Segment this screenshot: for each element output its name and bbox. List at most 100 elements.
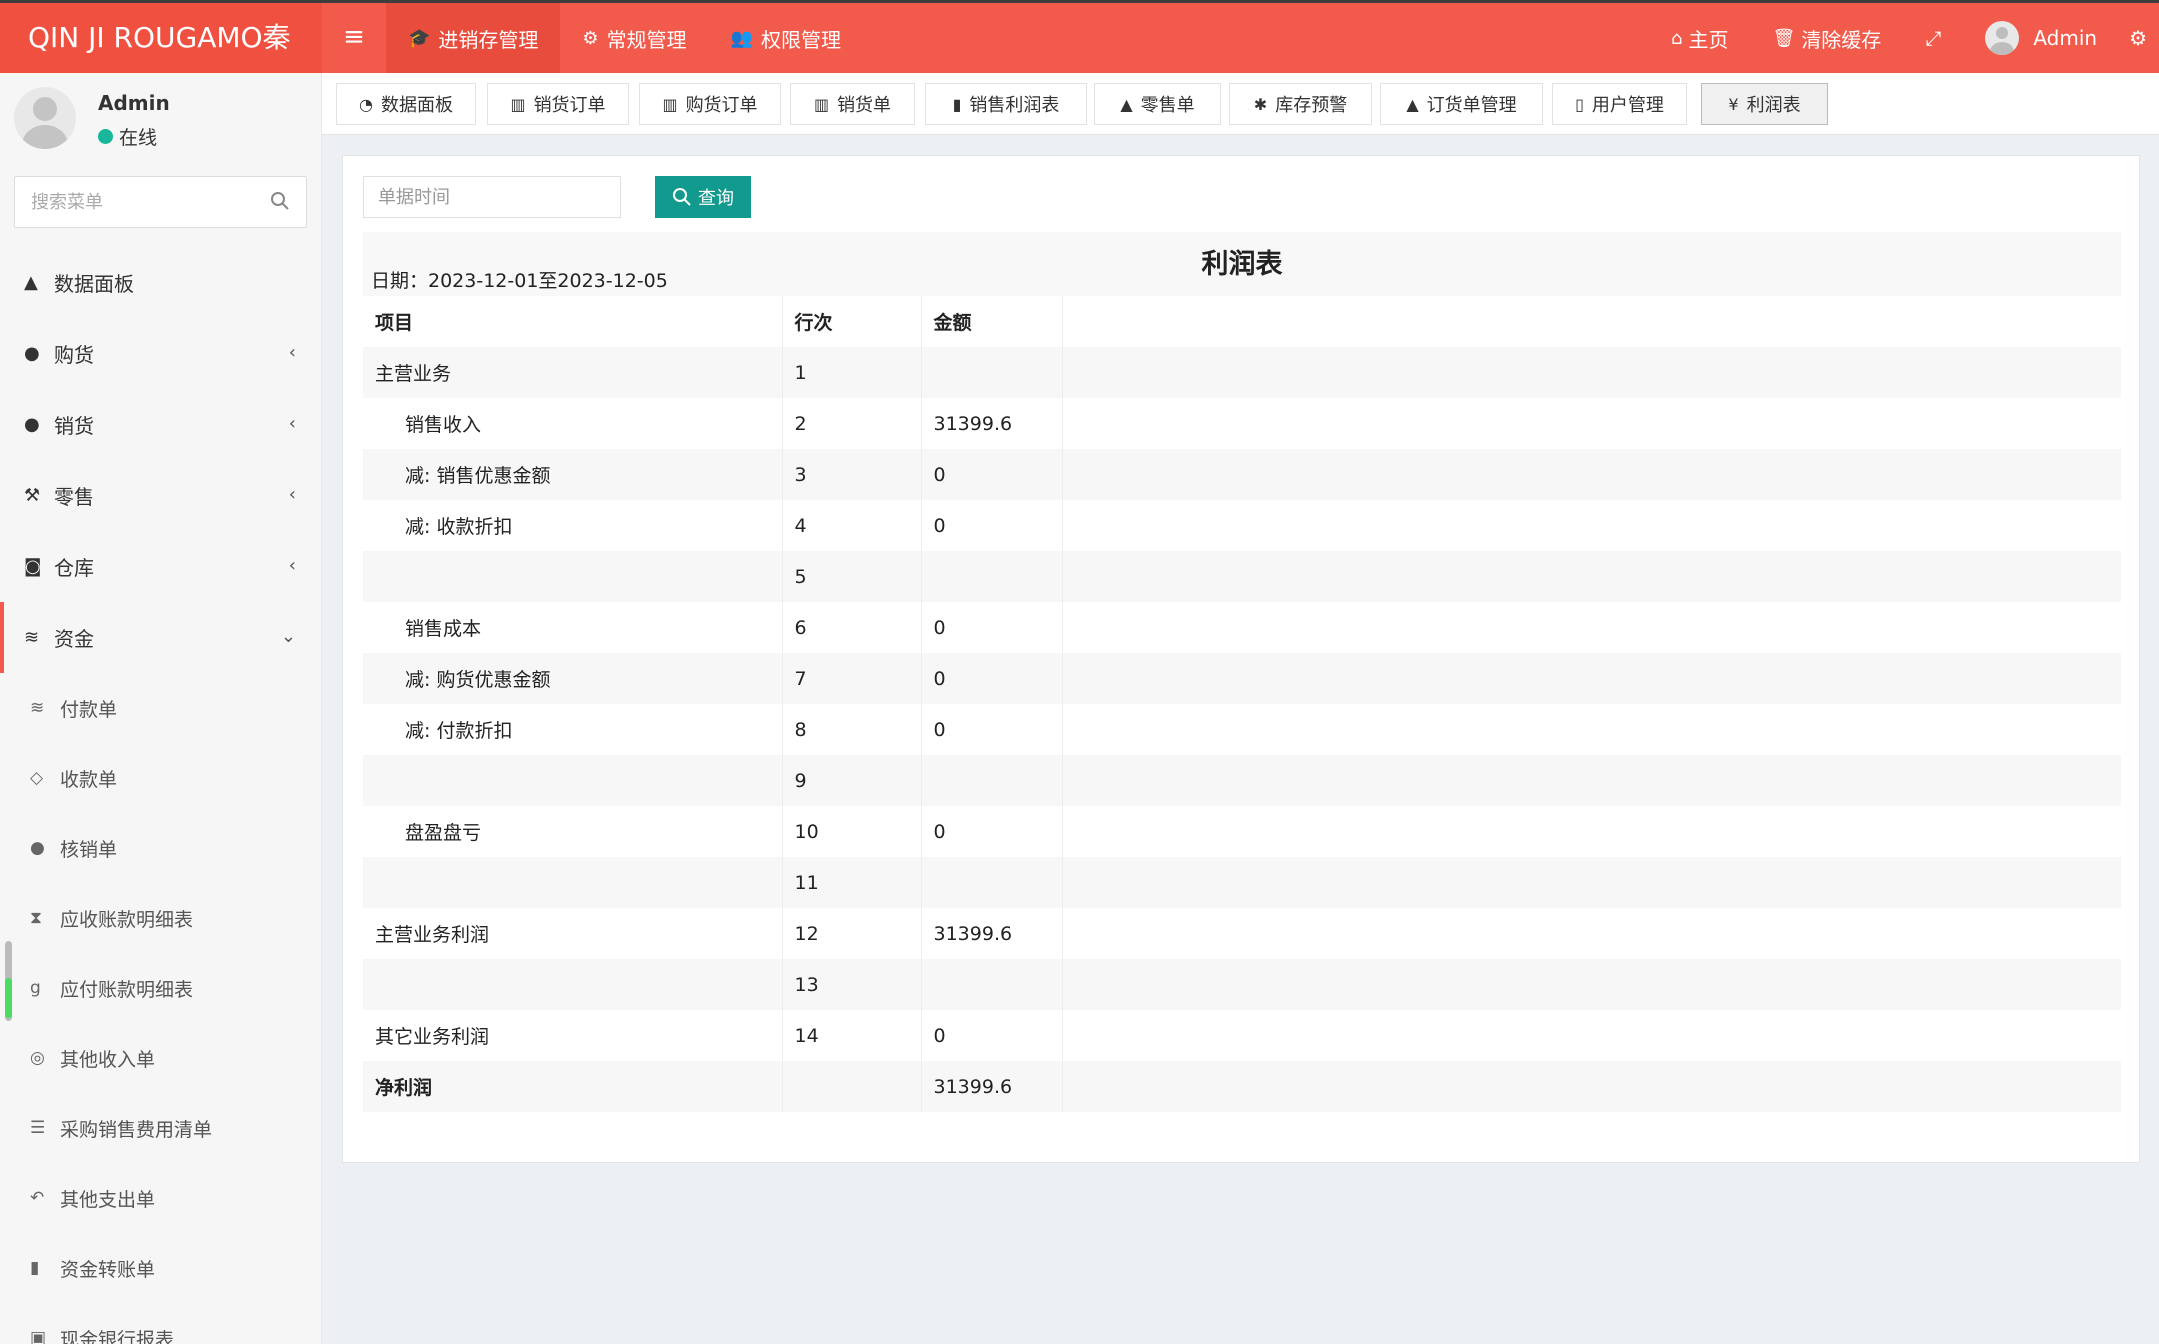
search-icon[interactable] [270, 191, 290, 211]
tab-retail[interactable]: ▲ 零售单 [1094, 83, 1221, 125]
amount-cell [921, 959, 1063, 1010]
spacer-cell [1062, 347, 2121, 398]
line-cell: 4 [782, 500, 922, 551]
nav-general-management[interactable]: ⚙ 常规管理 [560, 3, 708, 73]
sidebar-item-label: 零售 [54, 485, 94, 509]
sidebar-subitem-payables[interactable]: g 应付账款明细表 [0, 953, 321, 1023]
sidebar-item-dashboard[interactable]: ▲ 数据面板 [0, 247, 321, 318]
sidebar-item-funds[interactable]: ≋ 资金 ⌄ [0, 602, 321, 673]
item-cell: 盘盈盘亏 [363, 806, 783, 857]
online-status-icon [98, 129, 113, 144]
top-nav: 🎓 进销存管理 ⚙ 常规管理 👥 权限管理 [386, 3, 863, 73]
spacer-cell [1062, 806, 2121, 857]
item-cell [363, 755, 783, 806]
hourglass-icon: ⧗ [30, 908, 42, 928]
fullscreen-button[interactable]: ⤢ [1903, 3, 1963, 73]
nav-label: 常规管理 [606, 27, 687, 52]
tab-profit-statement[interactable]: ¥ 利润表 [1701, 83, 1828, 125]
sidebar-item-label: 仓库 [54, 556, 94, 580]
item-cell: 净利润 [363, 1061, 783, 1112]
sidebar-subitem-label: 其他支出单 [60, 1188, 156, 1211]
tab-label: 销货单 [837, 95, 892, 116]
table-row: 减: 销售优惠金额 3 0 [363, 449, 2121, 500]
tab-order-management[interactable]: ▲ 订货单管理 [1380, 83, 1543, 125]
tab-stock-alert[interactable]: ✱ 库存预警 [1229, 83, 1372, 125]
tab-sales-order[interactable]: ▥ 销货订单 [487, 83, 629, 125]
nav-permission-management[interactable]: 👥 权限管理 [709, 3, 863, 73]
sidebar-subitem-other-expense[interactable]: ↶ 其他支出单 [0, 1163, 321, 1233]
spacer-cell [1062, 653, 2121, 704]
bookmark-icon: ▮ [952, 94, 962, 114]
sidebar-item-purchase[interactable]: ● 购货 ‹ [0, 318, 321, 389]
area-chart-icon: ▲ [1406, 94, 1419, 114]
line-cell: 12 [782, 908, 922, 959]
item-cell: 主营业务 [363, 347, 783, 398]
database-icon: ≋ [24, 627, 40, 648]
yen-icon: ¥ [1728, 94, 1739, 114]
tab-sales-slip[interactable]: ▥ 销货单 [790, 83, 915, 125]
profit-table: 项目 行次 金额 主营业务 1 销售收入 2 31399.6 减: 销售优惠金额 3 0 减: … [363, 296, 2121, 1112]
line-cell: 1 [782, 347, 922, 398]
tab-purchase-order[interactable]: ▥ 购货订单 [639, 83, 781, 125]
home-link[interactable]: ⌂ 主页 [1649, 3, 1750, 73]
sidebar-subitem-receivables[interactable]: ⧗ 应收账款明细表 [0, 883, 321, 953]
user-menu[interactable]: Admin [1963, 3, 2119, 73]
sidebar-subitem-expense-list[interactable]: ☰ 采购销售费用清单 [0, 1093, 321, 1163]
spacer-cell [1062, 704, 2121, 755]
sidebar-subitem-writeoff[interactable]: ● 核销单 [0, 813, 321, 883]
sidebar-item-label: 销货 [54, 414, 94, 438]
sidebar-subitem-transfer[interactable]: ▮ 资金转账单 [0, 1233, 321, 1303]
menu-toggle-icon[interactable]: ≡ [334, 3, 374, 73]
app-logo[interactable]: QIN JI ROUGAMO秦 [0, 3, 322, 73]
amount-cell: 0 [921, 806, 1063, 857]
table-row: 其它业务利润 14 0 [363, 1010, 2121, 1061]
sidebar-item-sales[interactable]: ● 销货 ‹ [0, 389, 321, 460]
diamond-icon: ◇ [30, 768, 44, 788]
table-row: 11 [363, 857, 2121, 908]
clear-cache-label: 清除缓存 [1801, 27, 1882, 52]
sidebar-subitem-cash-bank[interactable]: ▣ 现金银行报表 [0, 1303, 321, 1344]
sidebar-subitem-payment[interactable]: ≋ 付款单 [0, 673, 321, 743]
sidebar-subitem-receipt[interactable]: ◇ 收款单 [0, 743, 321, 813]
table-row: 主营业务利润 12 31399.6 [363, 908, 2121, 959]
table-row: 9 [363, 755, 2121, 806]
home-label: 主页 [1688, 27, 1729, 52]
tab-label: 利润表 [1746, 95, 1801, 116]
settings-button[interactable]: ⚙ [2119, 3, 2159, 73]
sidebar-subitem-other-income[interactable]: ◎ 其他收入单 [0, 1023, 321, 1093]
tab-dashboard[interactable]: ◔ 数据面板 [336, 83, 476, 125]
spacer-cell [1062, 857, 2121, 908]
amount-cell [921, 755, 1063, 806]
sidebar-item-retail[interactable]: ⚒ 零售 ‹ [0, 460, 321, 531]
line-cell [782, 1061, 922, 1112]
tab-label: 零售单 [1140, 95, 1195, 116]
bug-icon: ✱ [1253, 94, 1268, 114]
sidebar-scrollbar-indicator [5, 978, 12, 1018]
user-status: 在线 [98, 123, 157, 150]
item-cell [363, 857, 783, 908]
cogs-icon: ⚙ [582, 27, 599, 49]
line-cell: 13 [782, 959, 922, 1010]
spacer-cell [1062, 959, 2121, 1010]
menu-search-input[interactable] [15, 177, 255, 227]
top-header: QIN JI ROUGAMO秦 ≡ 🎓 进销存管理 ⚙ 常规管理 👥 权限管理 … [0, 0, 2159, 73]
chevron-left-icon: ‹ [288, 342, 296, 363]
sidebar-subitem-label: 现金银行报表 [60, 1328, 175, 1344]
amount-cell: 31399.6 [921, 398, 1063, 449]
clear-cache-button[interactable]: 🗑 清除缓存 [1750, 3, 1903, 73]
tab-user-management[interactable]: ▯ 用户管理 [1552, 83, 1687, 125]
chevron-down-icon: ⌄ [280, 626, 296, 647]
table-row: 减: 购货优惠金额 7 0 [363, 653, 2121, 704]
amount-cell: 31399.6 [921, 908, 1063, 959]
date-range-input[interactable] [364, 177, 620, 217]
tab-sales-profit[interactable]: ▮ 销售利润表 [925, 83, 1087, 125]
nav-inventory-management[interactable]: 🎓 进销存管理 [386, 3, 561, 73]
amount-cell [921, 551, 1063, 602]
sidebar-subitem-label: 应付账款明细表 [60, 978, 194, 1001]
graduation-cap-icon: 🎓 [408, 27, 431, 49]
query-button[interactable]: 查询 [655, 176, 751, 218]
item-cell [363, 551, 783, 602]
line-cell: 2 [782, 398, 922, 449]
sidebar-item-warehouse[interactable]: ◙ 仓库 ‹ [0, 531, 321, 602]
item-cell: 主营业务利润 [363, 908, 783, 959]
